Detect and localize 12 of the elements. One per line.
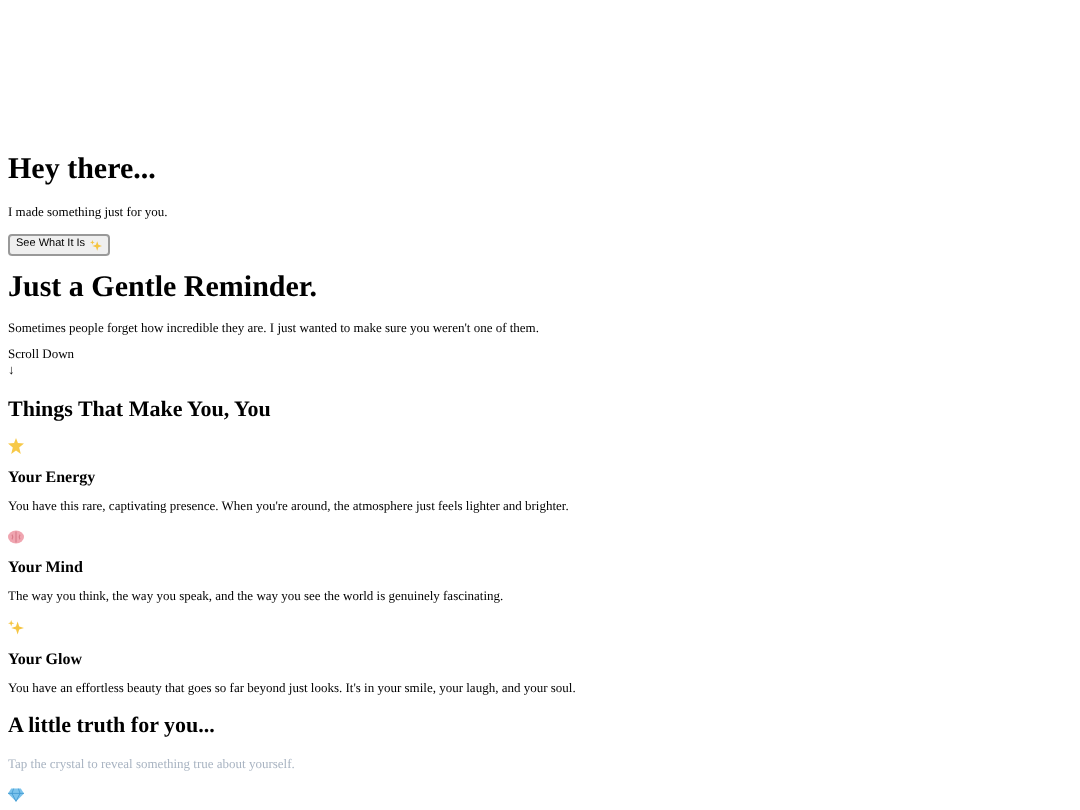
- trait-title: Your Energy: [8, 468, 98, 488]
- sparkles-icon: [89, 239, 102, 251]
- reminder-heading: Just a Gentle Reminder.: [8, 272, 319, 306]
- star-icon: [8, 438, 24, 454]
- greeting-heading: Hey there...: [8, 154, 158, 188]
- gem-icon[interactable]: [8, 788, 24, 802]
- trait-title: Your Mind: [8, 558, 85, 578]
- truth-heading: A little truth for you...: [8, 714, 217, 740]
- sparkles-icon: [8, 620, 24, 636]
- brain-icon: [8, 530, 24, 544]
- traits-heading: Things That Make You, You: [8, 398, 273, 424]
- trait-title: Your Glow: [8, 650, 84, 670]
